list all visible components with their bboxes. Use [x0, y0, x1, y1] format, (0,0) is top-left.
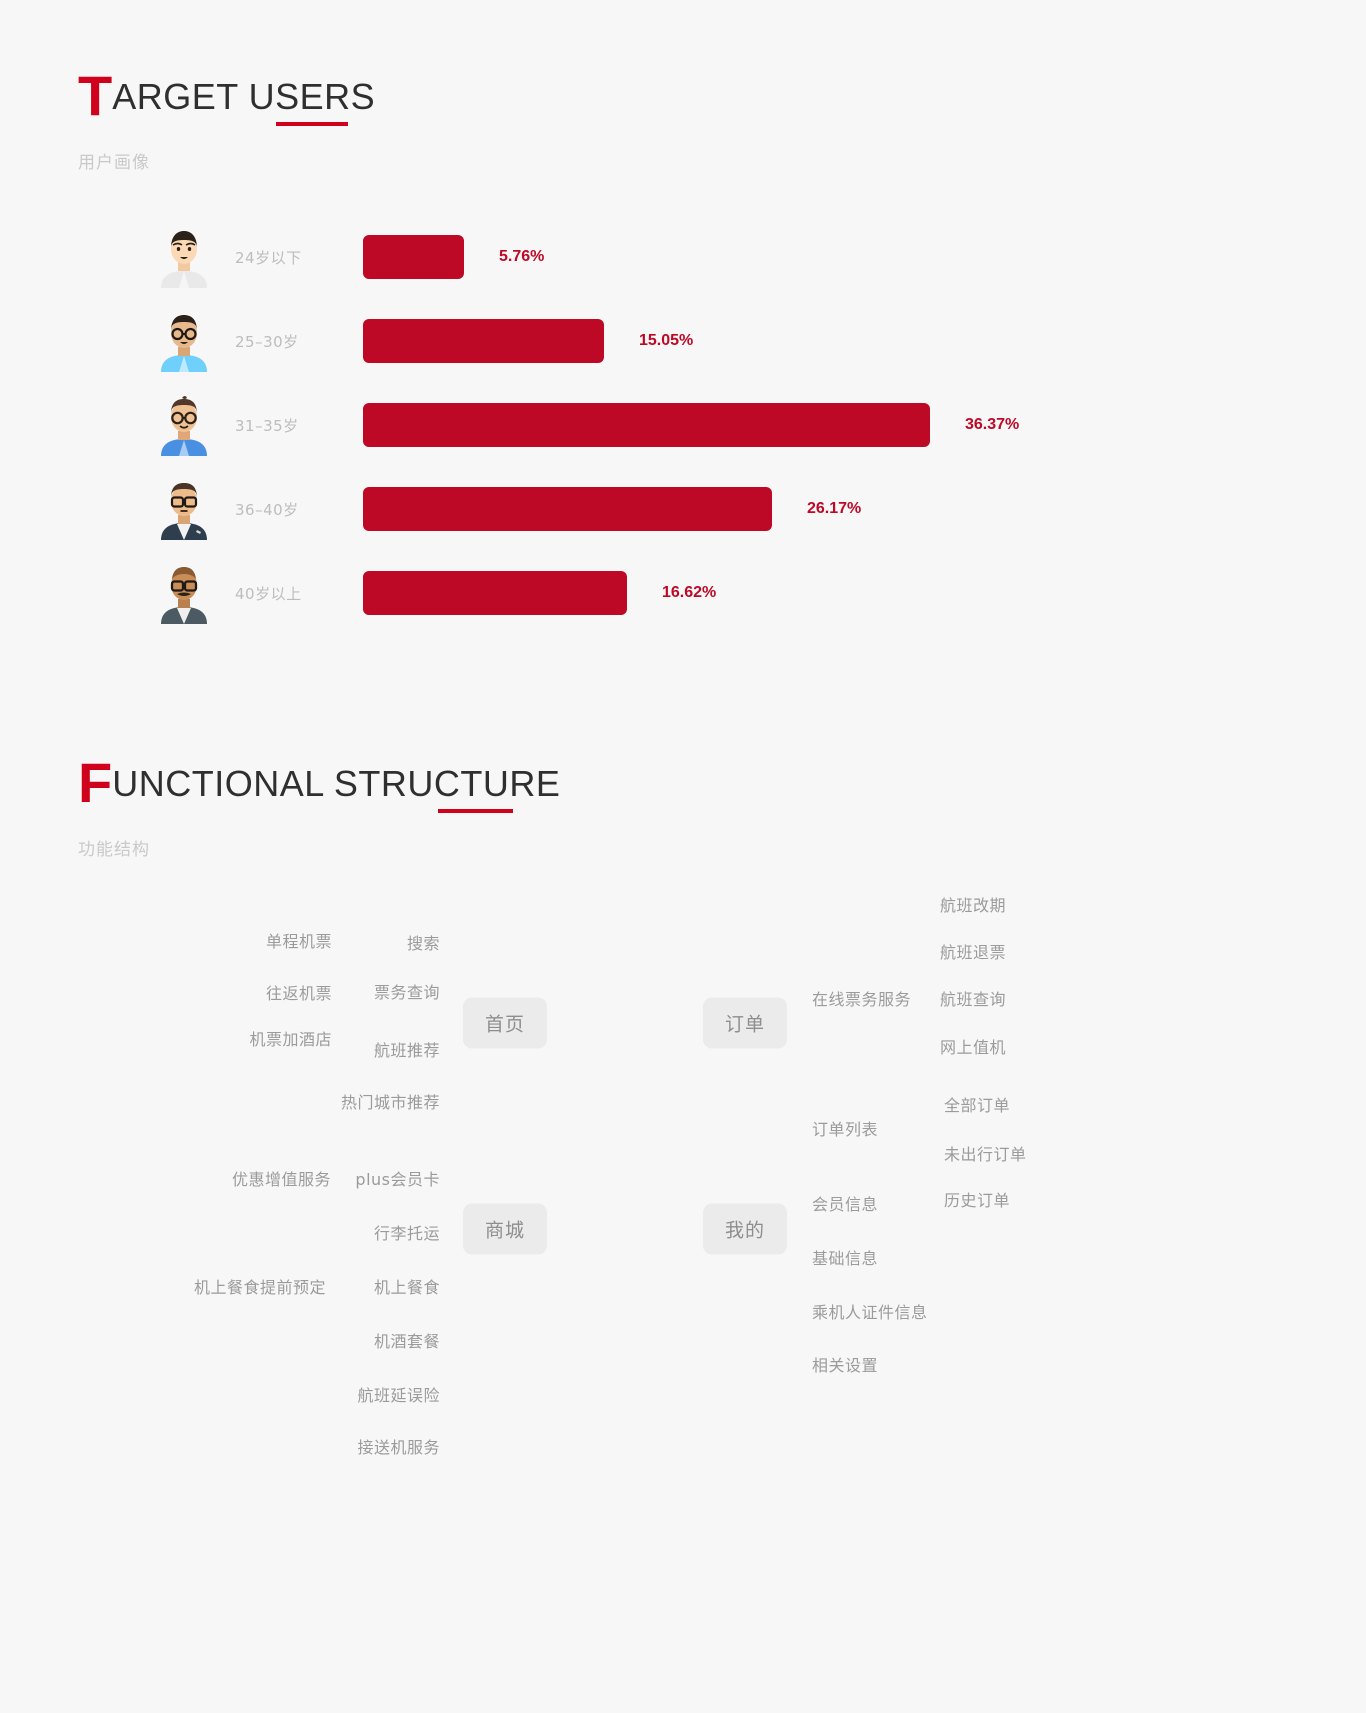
node-plus-member-card[interactable]: plus会员卡 [355, 1172, 440, 1188]
node-basic-info[interactable]: 基础信息 [812, 1251, 878, 1267]
node-oneway-ticket[interactable]: 单程机票 [266, 934, 332, 950]
bar-row: 36–40岁 26.17% [155, 467, 1003, 551]
bar-category-label: 25–30岁 [235, 332, 299, 351]
node-baggage-checkin[interactable]: 行李托运 [374, 1226, 440, 1242]
bar-row: 24岁以下 5.76% [155, 215, 1003, 299]
title-underline [438, 809, 513, 813]
branch-pill-order[interactable]: 订单 [702, 997, 788, 1049]
node-online-ticket-service[interactable]: 在线票务服务 [812, 992, 911, 1008]
bar-value-label: 36.37% [965, 416, 1020, 433]
bar-fill [363, 403, 930, 447]
page-title: TARGET USERS [78, 68, 376, 126]
bar-fill [363, 487, 772, 531]
bar-value-label: 5.76% [499, 248, 545, 265]
node-flight-hotel-package[interactable]: 机酒套餐 [374, 1334, 440, 1350]
poster-page: TARGET USERS 用户画像 24岁以下 5.76% 25–30岁 15.… [0, 0, 1366, 1713]
bar-track: 36.37% [363, 403, 1019, 447]
bar-fill [363, 319, 604, 363]
bar-value-label: 15.05% [639, 332, 694, 349]
bar-row: 40岁以上 16.62% [155, 551, 1003, 635]
branch-pill-shop[interactable]: 商城 [462, 1203, 548, 1255]
bar-category-label: 31–35岁 [235, 416, 299, 435]
bar-row: 25–30岁 15.05% [155, 299, 1003, 383]
target-users-bar-chart: 24岁以下 5.76% 25–30岁 15.05% 31–35岁 36.37% … [155, 215, 1019, 635]
target-users-header: TARGET USERS 用户画像 [78, 68, 376, 174]
node-roundtrip-ticket[interactable]: 往返机票 [266, 986, 332, 1002]
functional-structure-header: FUNCTIONAL STRUCTURE 功能结构 [78, 755, 561, 861]
node-all-orders[interactable]: 全部订单 [944, 1098, 1010, 1114]
title-underline [276, 122, 348, 126]
title-capital: F [78, 751, 113, 814]
title-rest: ARGET USERS [112, 76, 376, 117]
man-glasses-dark-jacket-avatar [155, 478, 213, 540]
bar-track: 16.62% [363, 571, 1003, 615]
page-title: FUNCTIONAL STRUCTURE [78, 755, 561, 813]
man-glasses-blue-shirt-avatar [155, 394, 213, 456]
branch-pill-mine[interactable]: 我的 [702, 1203, 788, 1255]
node-search[interactable]: 搜索 [407, 936, 440, 952]
bar-category-label: 36–40岁 [235, 500, 299, 519]
node-history-orders[interactable]: 历史订单 [944, 1193, 1010, 1209]
node-ticket-query[interactable]: 票务查询 [374, 985, 440, 1001]
node-value-added-service[interactable]: 优惠增值服务 [232, 1172, 331, 1188]
node-airport-transfer[interactable]: 接送机服务 [357, 1440, 440, 1456]
title-rest: UNCTIONAL STRUCTURE [112, 763, 561, 804]
bar-track: 5.76% [363, 235, 1003, 279]
bar-value-label: 26.17% [807, 500, 862, 517]
node-flight-search[interactable]: 航班查询 [940, 992, 1006, 1008]
bar-row: 31–35岁 36.37% [155, 383, 1019, 467]
node-order-list[interactable]: 订单列表 [812, 1122, 878, 1138]
node-member-info[interactable]: 会员信息 [812, 1197, 878, 1213]
node-delay-insurance[interactable]: 航班延误险 [357, 1388, 440, 1404]
node-passenger-id-info[interactable]: 乘机人证件信息 [812, 1305, 928, 1321]
title-capital: T [78, 64, 113, 127]
functional-structure-mindmap: 飞行加APP 首页 商城 订单 我的 搜索 票务查询 航班推荐 热门城市推荐 单… [0, 860, 1366, 1560]
node-flight-recommend[interactable]: 航班推荐 [374, 1043, 440, 1059]
man-glasses-lightblue-shirt-avatar [155, 310, 213, 372]
node-upcoming-orders[interactable]: 未出行订单 [944, 1147, 1027, 1163]
page-subtitle: 用户画像 [78, 153, 150, 173]
node-flight-plus-hotel[interactable]: 机票加酒店 [249, 1032, 332, 1048]
bar-fill [363, 235, 464, 279]
node-online-checkin[interactable]: 网上值机 [940, 1040, 1006, 1056]
node-flight-reschedule[interactable]: 航班改期 [940, 898, 1006, 914]
page-subtitle: 功能结构 [78, 840, 150, 860]
node-inflight-meal[interactable]: 机上餐食 [374, 1280, 440, 1296]
mindmap-connectors [0, 860, 1366, 1560]
bar-track: 15.05% [363, 319, 1003, 363]
bar-fill [363, 571, 627, 615]
bar-category-label: 24岁以下 [235, 248, 302, 267]
bar-track: 26.17% [363, 487, 1003, 531]
older-man-glasses-mustache-avatar [155, 562, 213, 624]
branch-pill-home[interactable]: 首页 [462, 997, 548, 1049]
node-meal-preorder[interactable]: 机上餐食提前预定 [194, 1280, 326, 1296]
node-related-settings[interactable]: 相关设置 [812, 1358, 878, 1374]
bar-category-label: 40岁以上 [235, 584, 302, 603]
young-man-no-glasses-avatar [155, 226, 213, 288]
bar-value-label: 16.62% [662, 584, 717, 601]
node-flight-refund[interactable]: 航班退票 [940, 945, 1006, 961]
node-hot-city-recommend[interactable]: 热门城市推荐 [341, 1095, 440, 1111]
